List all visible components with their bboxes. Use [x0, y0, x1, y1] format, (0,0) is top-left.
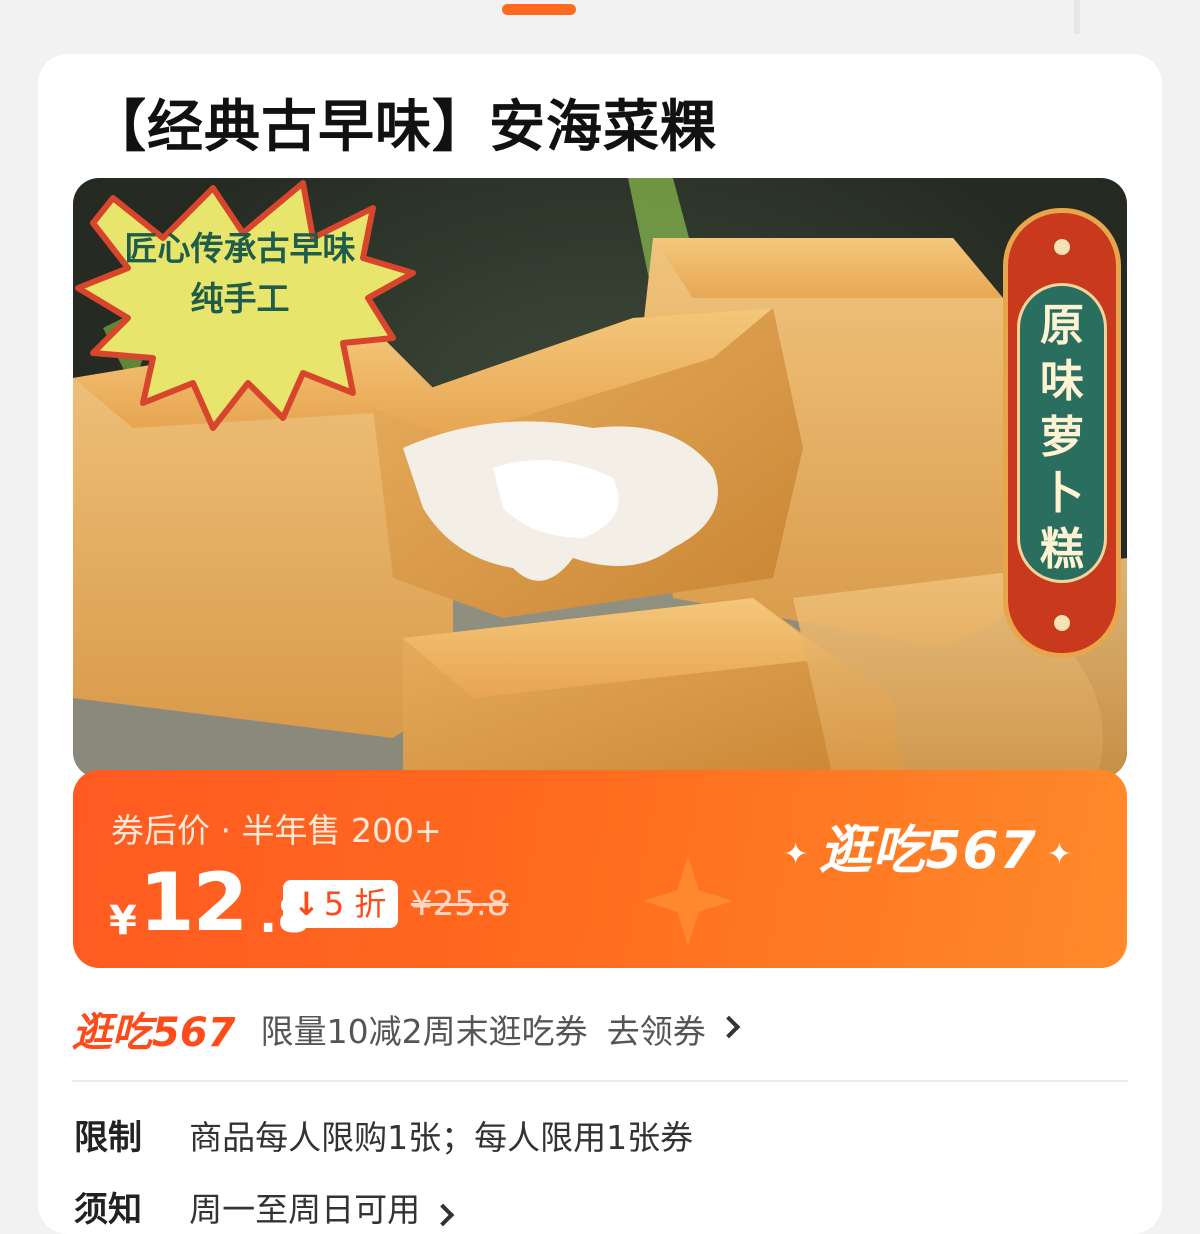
chevron-right-icon: [431, 1203, 455, 1226]
discount-text: 5 折: [323, 885, 387, 923]
restriction-row: 限制 商品每人限购1张；每人限用1张券: [74, 1110, 693, 1160]
down-arrow-icon: ↓: [293, 885, 320, 923]
original-price: ¥25.8: [411, 884, 509, 924]
restriction-value: 商品每人限购1张；每人限用1张券: [189, 1118, 694, 1157]
product-image[interactable]: 匠心传承古早味 纯手工 原味萝卜糕: [73, 178, 1127, 778]
sparkle-icon: ✦: [1046, 836, 1073, 872]
coupon-row[interactable]: 逛吃567 限量10减2周末逛吃券 去领券: [72, 1000, 741, 1056]
banner-dot-bottom: [1054, 615, 1070, 631]
claim-coupon-link[interactable]: 去领券: [607, 1005, 706, 1053]
notice-row[interactable]: 须知 周一至周日可用: [74, 1182, 455, 1232]
price-bar: 券后价 · 半年售 200+ ¥ 12 .8 ↓5 折 ¥25.8 ✦逛吃567…: [73, 770, 1127, 968]
banner-dot-top: [1054, 239, 1070, 255]
coupon-logo: 逛吃567: [72, 1010, 236, 1056]
promo-logo: ✦ 逛吃567 ✦: [773, 808, 1083, 883]
notice-value: 周一至周日可用: [189, 1190, 421, 1229]
product-card: 【经典古早味】安海菜粿 匠心传承古早味 纯手工 原味萝卜糕 券后价 · 半年售 …: [38, 54, 1162, 1234]
price-integer: 12: [139, 856, 248, 949]
discount-badge: ↓ 5 折: [283, 880, 399, 928]
hero-slogan-line1: 匠心传承古早味: [124, 229, 356, 268]
flavor-banner: 原味萝卜糕: [1003, 208, 1121, 658]
promo-logo-text: 逛吃567: [819, 821, 1037, 881]
notice-label: 须知: [74, 1190, 142, 1230]
divider: [72, 1080, 1128, 1082]
chevron-right-icon: [717, 1015, 741, 1039]
sparkle-icon: ✦: [783, 836, 810, 872]
drag-handle[interactable]: [502, 4, 576, 15]
flavor-banner-inner: 原味萝卜糕: [1017, 283, 1107, 583]
hero-slogan-line2: 纯手工: [190, 279, 290, 318]
flavor-text: 原味萝卜糕: [1040, 300, 1084, 575]
star-decoration: [643, 856, 733, 946]
hero-slogan: 匠心传承古早味 纯手工: [95, 224, 385, 324]
currency-symbol: ¥: [109, 898, 137, 944]
restriction-label: 限制: [74, 1118, 142, 1158]
product-title: 【经典古早味】安海菜粿: [90, 95, 717, 160]
scroll-edge: [1074, 0, 1080, 34]
price-meta: 券后价 · 半年售 200+: [111, 811, 442, 850]
coupon-description: 限量10减2周末逛吃券: [260, 1012, 588, 1051]
